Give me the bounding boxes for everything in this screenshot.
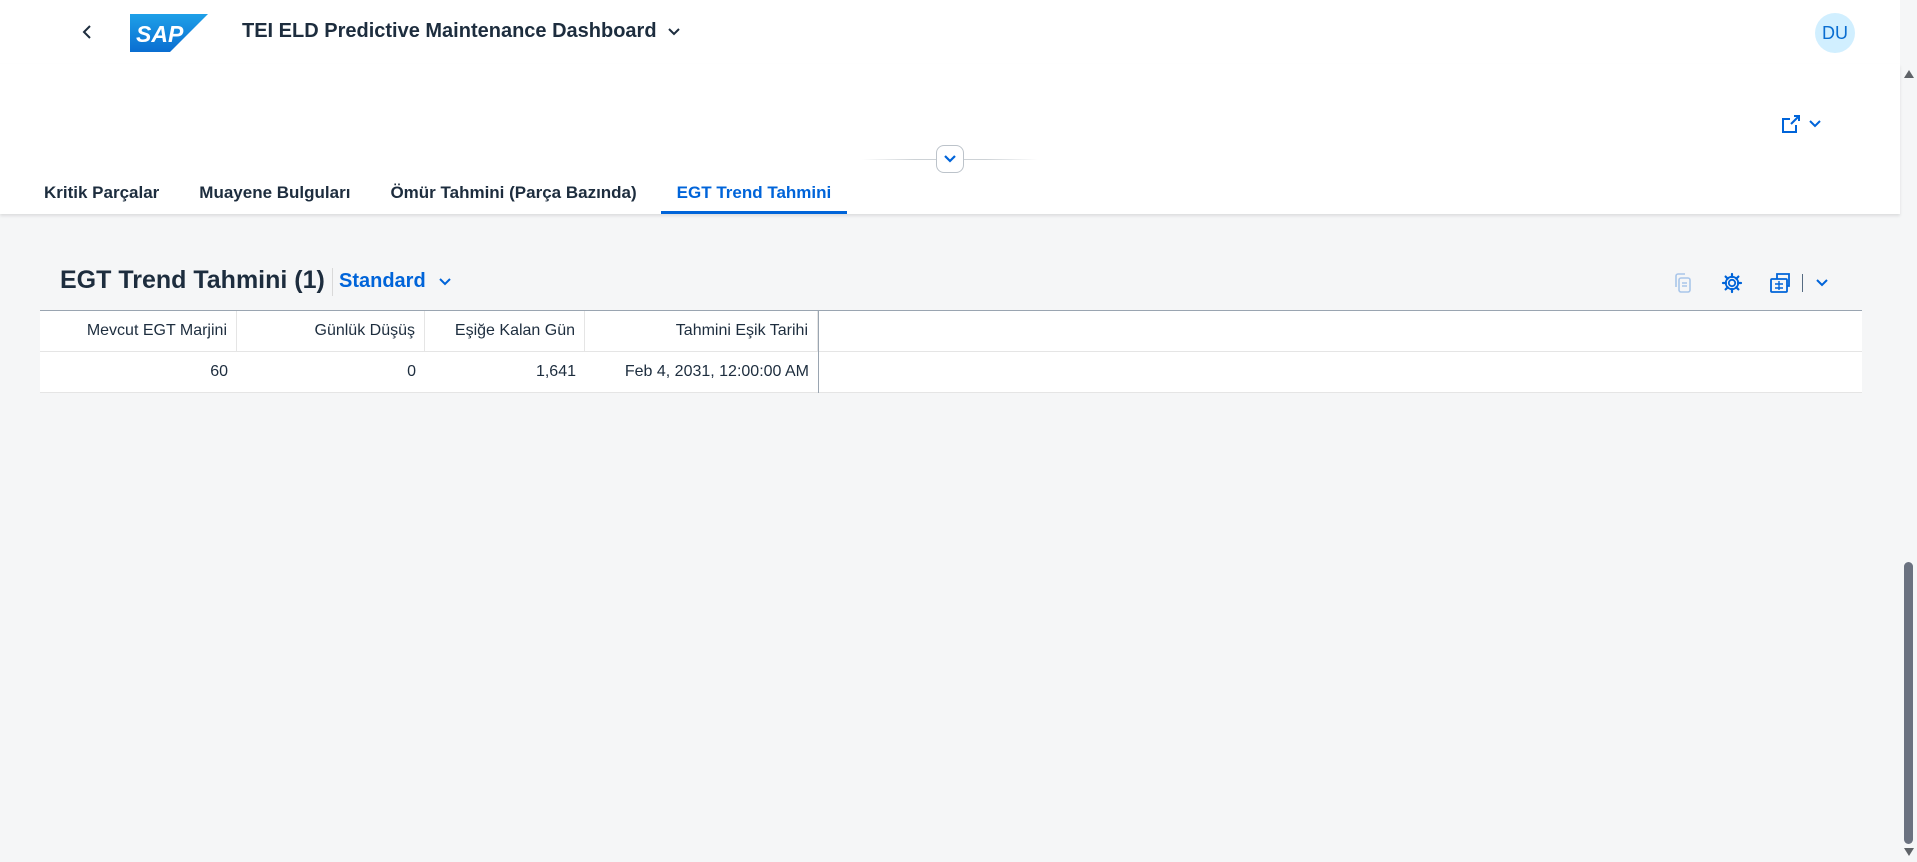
share-icon bbox=[1782, 115, 1800, 133]
collapse-header-button[interactable] bbox=[936, 145, 964, 173]
table-cell: 1,641 bbox=[535, 363, 576, 380]
table-cell: Feb 4, 2031, 12:00:00 AM bbox=[624, 363, 809, 380]
sap-logo-text: SAP bbox=[136, 21, 184, 47]
column-header[interactable]: Eşiğe Kalan Gün bbox=[425, 311, 585, 351]
export-menu-button[interactable] bbox=[1808, 270, 1836, 296]
gear-icon bbox=[1721, 272, 1743, 294]
chevron-left-icon bbox=[82, 25, 91, 39]
chevron-down-icon bbox=[944, 155, 956, 163]
chevron-down-icon bbox=[1809, 120, 1821, 128]
back-button[interactable] bbox=[72, 18, 102, 46]
table-cell: 0 bbox=[407, 363, 416, 380]
sap-logo: SAP bbox=[130, 14, 208, 52]
app-title: TEI ELD Predictive Maintenance Dashboard bbox=[242, 20, 657, 42]
tab-egt-trend-tahmini[interactable]: EGT Trend Tahmini bbox=[660, 172, 848, 214]
column-header[interactable]: Günlük Düşüş bbox=[237, 311, 425, 351]
share-button[interactable] bbox=[1780, 108, 1836, 140]
table-cell: 60 bbox=[210, 363, 228, 380]
toolbar-divider bbox=[1802, 274, 1803, 292]
export-icon bbox=[1770, 273, 1790, 293]
tab-omur-tahmini[interactable]: Ömür Tahmini (Parça Bazında) bbox=[374, 172, 652, 214]
settings-button[interactable] bbox=[1718, 270, 1746, 296]
scrollbar-thumb[interactable] bbox=[1904, 562, 1913, 844]
page-scrollbar[interactable] bbox=[1900, 64, 1917, 862]
variant-label: Standard bbox=[339, 270, 426, 292]
copy-button[interactable] bbox=[1669, 270, 1697, 296]
egt-trend-table: Mevcut EGT Marjini Günlük Düşüş Eşiğe Ka… bbox=[40, 310, 1862, 393]
column-header[interactable]: Mevcut EGT Marjini bbox=[40, 311, 237, 351]
chevron-down-icon bbox=[438, 277, 451, 285]
table-title: EGT Trend Tahmini (1) bbox=[60, 266, 325, 294]
tab-kritik-parcalar[interactable]: Kritik Parçalar bbox=[28, 172, 175, 214]
chevron-down-icon bbox=[667, 27, 680, 35]
table-row[interactable]: 60 0 1,641 Feb 4, 2031, 12:00:00 AM bbox=[40, 352, 1862, 393]
tab-muayene-bulgulari[interactable]: Muayene Bulguları bbox=[183, 172, 366, 214]
chevron-down-icon bbox=[1816, 279, 1828, 287]
app-title-menu[interactable]: TEI ELD Predictive Maintenance Dashboard bbox=[242, 20, 681, 43]
scroll-up-arrow[interactable] bbox=[1904, 70, 1914, 78]
column-resize-edge bbox=[818, 311, 819, 393]
column-header[interactable]: Tahmini Eşik Tarihi bbox=[585, 311, 818, 351]
object-page-header: Kritik Parçalar Muayene Bulguları Ömür T… bbox=[0, 64, 1900, 214]
tab-bar: Kritik Parçalar Muayene Bulguları Ömür T… bbox=[28, 172, 855, 214]
table-header-row: Mevcut EGT Marjini Günlük Düşüş Eşiğe Ka… bbox=[40, 311, 1862, 352]
export-button[interactable] bbox=[1766, 270, 1794, 296]
variant-selector[interactable]: Standard bbox=[339, 270, 452, 293]
user-avatar[interactable]: DU bbox=[1815, 13, 1855, 53]
shell-bar: SAP TEI ELD Predictive Maintenance Dashb… bbox=[0, 0, 1900, 64]
copy-icon bbox=[1675, 273, 1691, 293]
scroll-down-arrow[interactable] bbox=[1904, 848, 1914, 856]
variant-divider bbox=[332, 268, 333, 296]
